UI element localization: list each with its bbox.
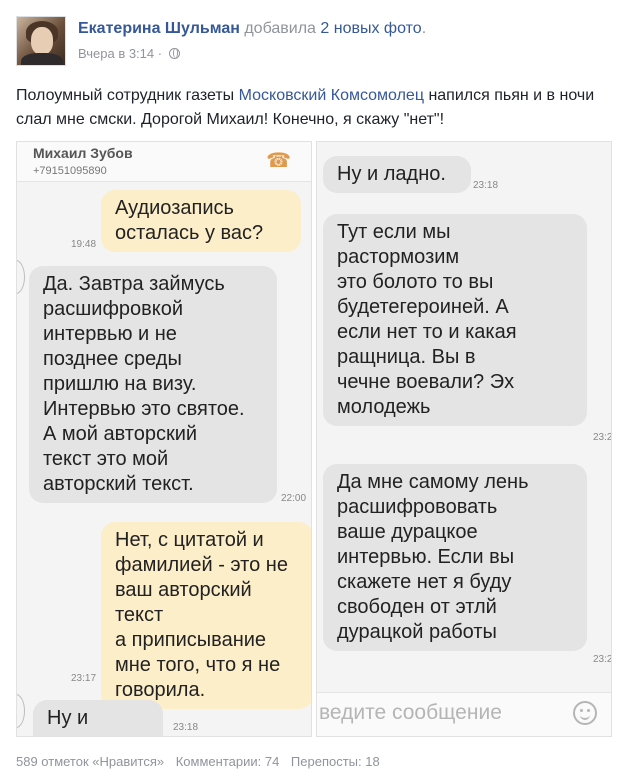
message-time: 23:2: [593, 654, 612, 665]
smiley-icon: [573, 701, 597, 725]
author-name-link[interactable]: Екатерина Шульман: [78, 20, 240, 37]
globe-icon[interactable]: [168, 48, 180, 59]
reply-avatar-edge: [17, 694, 25, 728]
post-meta: Вчера в 3:14 ·: [78, 46, 180, 61]
message-input-placeholder: ведите сообщение: [319, 701, 502, 724]
message-bubble: Тут если мы растормозим это болото то вы…: [323, 214, 587, 426]
photo-count-link[interactable]: 2 новых фото: [320, 20, 421, 37]
message-bubble: Да. Завтра займусь расшифровкой интервью…: [29, 266, 277, 503]
post-footer-stats: 589 отметок «Нравится» Комментарии: 74 П…: [16, 754, 388, 769]
contact-phone: +79151095890: [33, 165, 107, 177]
contact-name: Михаил Зубов: [33, 145, 133, 161]
shares-count-link[interactable]: Перепосты: 18: [291, 754, 380, 769]
reply-avatar-edge: [17, 260, 25, 294]
message-input-bar[interactable]: ведите сообщение: [317, 692, 611, 736]
message-bubble: Аудиозапись осталась у вас?: [101, 190, 301, 252]
post-timestamp[interactable]: Вчера в 3:14: [78, 46, 154, 61]
newspaper-link[interactable]: Московский Комсомолец: [239, 87, 424, 104]
post-text: Полоумный сотрудник газеты Московский Ко…: [16, 84, 612, 132]
message-bubble: Ну и ладно.: [33, 700, 163, 736]
message-bubble: Нет, с цитатой и фамилией - это не ваш а…: [101, 522, 311, 709]
photo-left-screenshot[interactable]: Михаил Зубов +79151095890 ☎ Аудиозапись …: [16, 141, 312, 737]
photo-grid: Михаил Зубов +79151095890 ☎ Аудиозапись …: [16, 141, 612, 737]
message-time: 23:2: [593, 432, 612, 443]
phone-icon: ☎: [266, 150, 291, 172]
comments-count-link[interactable]: Комментарии: 74: [176, 754, 280, 769]
message-bubble: Ну и ладно.: [323, 156, 471, 193]
photo-count-suffix: .: [421, 20, 427, 37]
post-text-before: Полоумный сотрудник газеты: [16, 87, 239, 104]
author-avatar[interactable]: [16, 16, 66, 66]
message-time: 22:00: [281, 493, 307, 504]
photo-right-screenshot[interactable]: Ну и ладно. 23:18 Тут если мы растормози…: [316, 141, 612, 737]
author-action: добавила: [244, 20, 316, 37]
meta-separator: ·: [154, 46, 166, 61]
author-line: Екатерина Шульман добавила 2 новых фото.: [78, 20, 426, 38]
sms-contact-bar: Михаил Зубов +79151095890 ☎: [17, 142, 311, 182]
message-time: 23:17: [71, 673, 97, 684]
message-time: 23:18: [473, 180, 499, 191]
message-bubble: Да мне самому лень расшифрововать ваше д…: [323, 464, 587, 651]
message-time: 23:18: [173, 722, 199, 733]
likes-count-link[interactable]: 589 отметок «Нравится»: [16, 754, 164, 769]
post-header: Екатерина Шульман добавила 2 новых фото.…: [16, 14, 606, 66]
message-time: 19:48: [71, 239, 97, 250]
